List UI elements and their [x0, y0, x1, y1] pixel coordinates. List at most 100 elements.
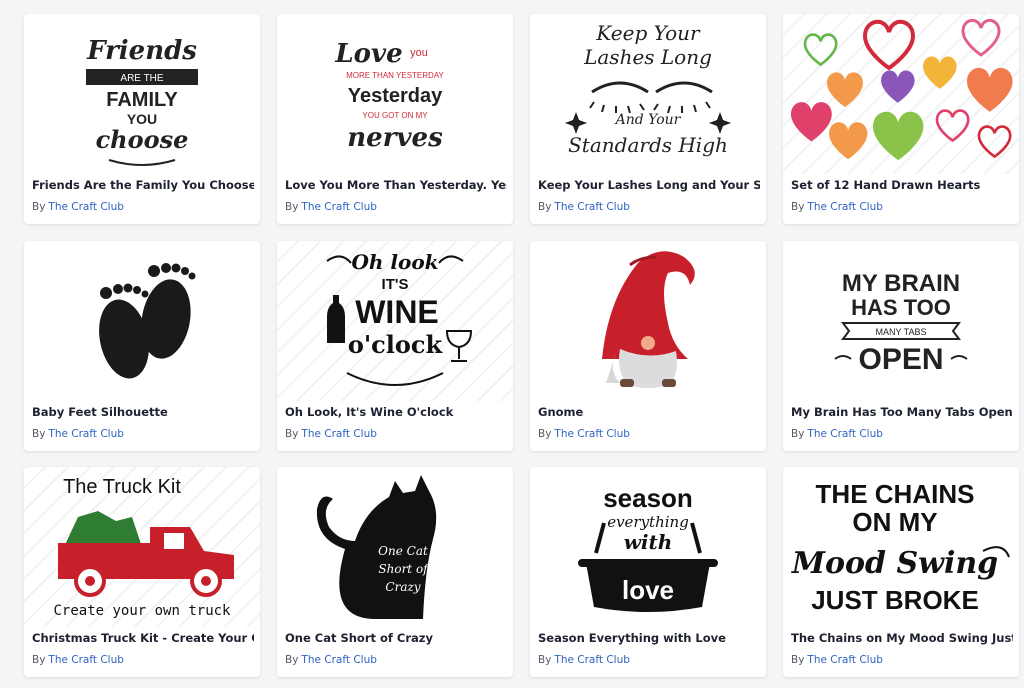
art-text: Create your own truck — [53, 603, 231, 619]
product-byline: By The Craft Club — [285, 201, 377, 213]
author-link[interactable]: The Craft Club — [301, 654, 376, 666]
product-title[interactable]: Gnome — [538, 405, 760, 419]
art-text: ARE THE — [120, 73, 163, 84]
product-byline: By The Craft Club — [538, 428, 630, 440]
product-card[interactable]: Friends ARE THE FAMILY YOU choose Friend… — [24, 14, 260, 224]
product-card[interactable]: season everything with love Season Every… — [530, 467, 766, 677]
product-thumbnail[interactable]: season everything with love — [530, 467, 766, 627]
product-title[interactable]: Set of 12 Hand Drawn Hearts — [791, 178, 1013, 192]
product-card[interactable]: Keep Your Lashes Long And Your Standards… — [530, 14, 766, 224]
author-link[interactable]: The Craft Club — [554, 201, 629, 213]
friends-family-design: Friends ARE THE FAMILY YOU choose — [86, 36, 198, 166]
product-card[interactable]: Baby Feet Silhouette By The Craft Club — [24, 241, 260, 451]
product-title[interactable]: Keep Your Lashes Long and Your Sta — [538, 178, 760, 192]
product-title[interactable]: Friends Are the Family You Choose — [32, 178, 254, 192]
author-link[interactable]: The Craft Club — [554, 428, 629, 440]
art-text: The Truck Kit — [63, 476, 181, 498]
art-text: WINE — [355, 294, 439, 330]
product-title[interactable]: Oh Look, It's Wine O'clock — [285, 405, 507, 419]
product-thumbnail[interactable]: Oh look IT'S WINE o'clock — [277, 241, 513, 401]
art-text: One Cat — [378, 544, 428, 558]
gnome-design — [602, 251, 695, 388]
product-title[interactable]: One Cat Short of Crazy — [285, 631, 507, 645]
product-byline: By The Craft Club — [791, 428, 883, 440]
truck-kit-design: The Truck Kit Create your own truck — [53, 476, 234, 619]
art-text: Crazy — [385, 580, 420, 594]
author-link[interactable]: The Craft Club — [807, 201, 882, 213]
art-text: you — [410, 47, 428, 59]
love-you-design: Love you MORE THAN YESTERDAY Yesterday Y… — [334, 39, 444, 153]
art-text: MORE THAN YESTERDAY — [346, 71, 444, 80]
product-byline: By The Craft Club — [285, 428, 377, 440]
product-title[interactable]: My Brain Has Too Many Tabs Open — [791, 405, 1013, 419]
product-title[interactable]: Love You More Than Yesterday. Yes — [285, 178, 507, 192]
product-card[interactable]: The Truck Kit Create your own truck Chri… — [24, 467, 260, 677]
product-title[interactable]: The Chains on My Mood Swing Just — [791, 631, 1013, 645]
product-card[interactable]: Oh look IT'S WINE o'clock Oh Look, It's … — [277, 241, 513, 451]
author-link[interactable]: The Craft Club — [301, 428, 376, 440]
art-text: love — [622, 575, 674, 605]
product-thumbnail[interactable] — [24, 241, 260, 401]
product-thumbnail[interactable]: The Truck Kit Create your own truck — [24, 467, 260, 627]
art-text: Oh look — [351, 250, 438, 274]
by-label: By — [538, 654, 552, 666]
by-label: By — [285, 201, 299, 213]
author-link[interactable]: The Craft Club — [554, 654, 629, 666]
art-text: ON MY — [852, 507, 937, 537]
product-title[interactable]: Christmas Truck Kit - Create Your C — [32, 631, 254, 645]
cat-design: One Cat Short of Crazy — [316, 475, 437, 619]
author-link[interactable]: The Craft Club — [807, 428, 882, 440]
product-thumbnail[interactable]: THE CHAINS ON MY Mood Swing JUST BROKE — [783, 467, 1019, 627]
author-link[interactable]: The Craft Club — [807, 654, 882, 666]
by-label: By — [791, 428, 805, 440]
art-text: Friends — [86, 36, 197, 66]
product-thumbnail[interactable]: Friends ARE THE FAMILY YOU choose — [24, 14, 260, 174]
product-thumbnail[interactable]: One Cat Short of Crazy — [277, 467, 513, 627]
product-title[interactable]: Season Everything with Love — [538, 631, 760, 645]
product-card[interactable]: One Cat Short of Crazy One Cat Short of … — [277, 467, 513, 677]
by-label: By — [32, 654, 46, 666]
product-thumbnail[interactable]: MY BRAIN HAS TOO MANY TABS OPEN — [783, 241, 1019, 401]
product-grid: Friends ARE THE FAMILY YOU choose Friend… — [0, 0, 1024, 688]
wine-oclock-design: Oh look IT'S WINE o'clock — [326, 250, 473, 386]
product-byline: By The Craft Club — [32, 201, 124, 213]
author-link[interactable]: The Craft Club — [48, 201, 123, 213]
art-text: YOU GOT ON MY — [362, 111, 428, 120]
product-thumbnail[interactable] — [530, 241, 766, 401]
author-link[interactable]: The Craft Club — [301, 201, 376, 213]
product-thumbnail[interactable] — [783, 14, 1019, 174]
product-byline: By The Craft Club — [32, 654, 124, 666]
by-label: By — [285, 428, 299, 440]
brain-tabs-design: MY BRAIN HAS TOO MANY TABS OPEN — [834, 270, 968, 376]
art-text: Standards High — [568, 133, 728, 157]
art-text: HAS TOO — [851, 295, 951, 320]
author-link[interactable]: The Craft Club — [48, 654, 123, 666]
art-text: FAMILY — [106, 89, 178, 111]
author-link[interactable]: The Craft Club — [48, 428, 123, 440]
lashes-design: Keep Your Lashes Long And Your Standards… — [565, 21, 731, 157]
by-label: By — [791, 654, 805, 666]
product-card[interactable]: Love you MORE THAN YESTERDAY Yesterday Y… — [277, 14, 513, 224]
product-card[interactable]: Set of 12 Hand Drawn Hearts By The Craft … — [783, 14, 1019, 224]
product-thumbnail[interactable]: Keep Your Lashes Long And Your Standards… — [530, 14, 766, 174]
by-label: By — [32, 428, 46, 440]
product-thumbnail[interactable]: Love you MORE THAN YESTERDAY Yesterday Y… — [277, 14, 513, 174]
by-label: By — [32, 201, 46, 213]
art-text: OPEN — [858, 343, 943, 376]
art-text: IT'S — [382, 276, 409, 293]
product-byline: By The Craft Club — [791, 654, 883, 666]
product-card[interactable]: MY BRAIN HAS TOO MANY TABS OPEN My Brain… — [783, 241, 1019, 451]
art-text: Love — [334, 39, 402, 69]
art-text: MANY TABS — [875, 327, 926, 337]
baby-feet-design — [99, 263, 196, 379]
product-title[interactable]: Baby Feet Silhouette — [32, 405, 254, 419]
product-byline: By The Craft Club — [32, 428, 124, 440]
product-card[interactable]: THE CHAINS ON MY Mood Swing JUST BROKE T… — [783, 467, 1019, 677]
art-text: season — [603, 483, 693, 513]
art-text: Yesterday — [348, 85, 443, 107]
art-text: THE CHAINS — [816, 479, 975, 509]
art-text: everything — [607, 513, 689, 531]
by-label: By — [538, 428, 552, 440]
product-card[interactable]: Gnome By The Craft Club — [530, 241, 766, 451]
by-label: By — [538, 201, 552, 213]
